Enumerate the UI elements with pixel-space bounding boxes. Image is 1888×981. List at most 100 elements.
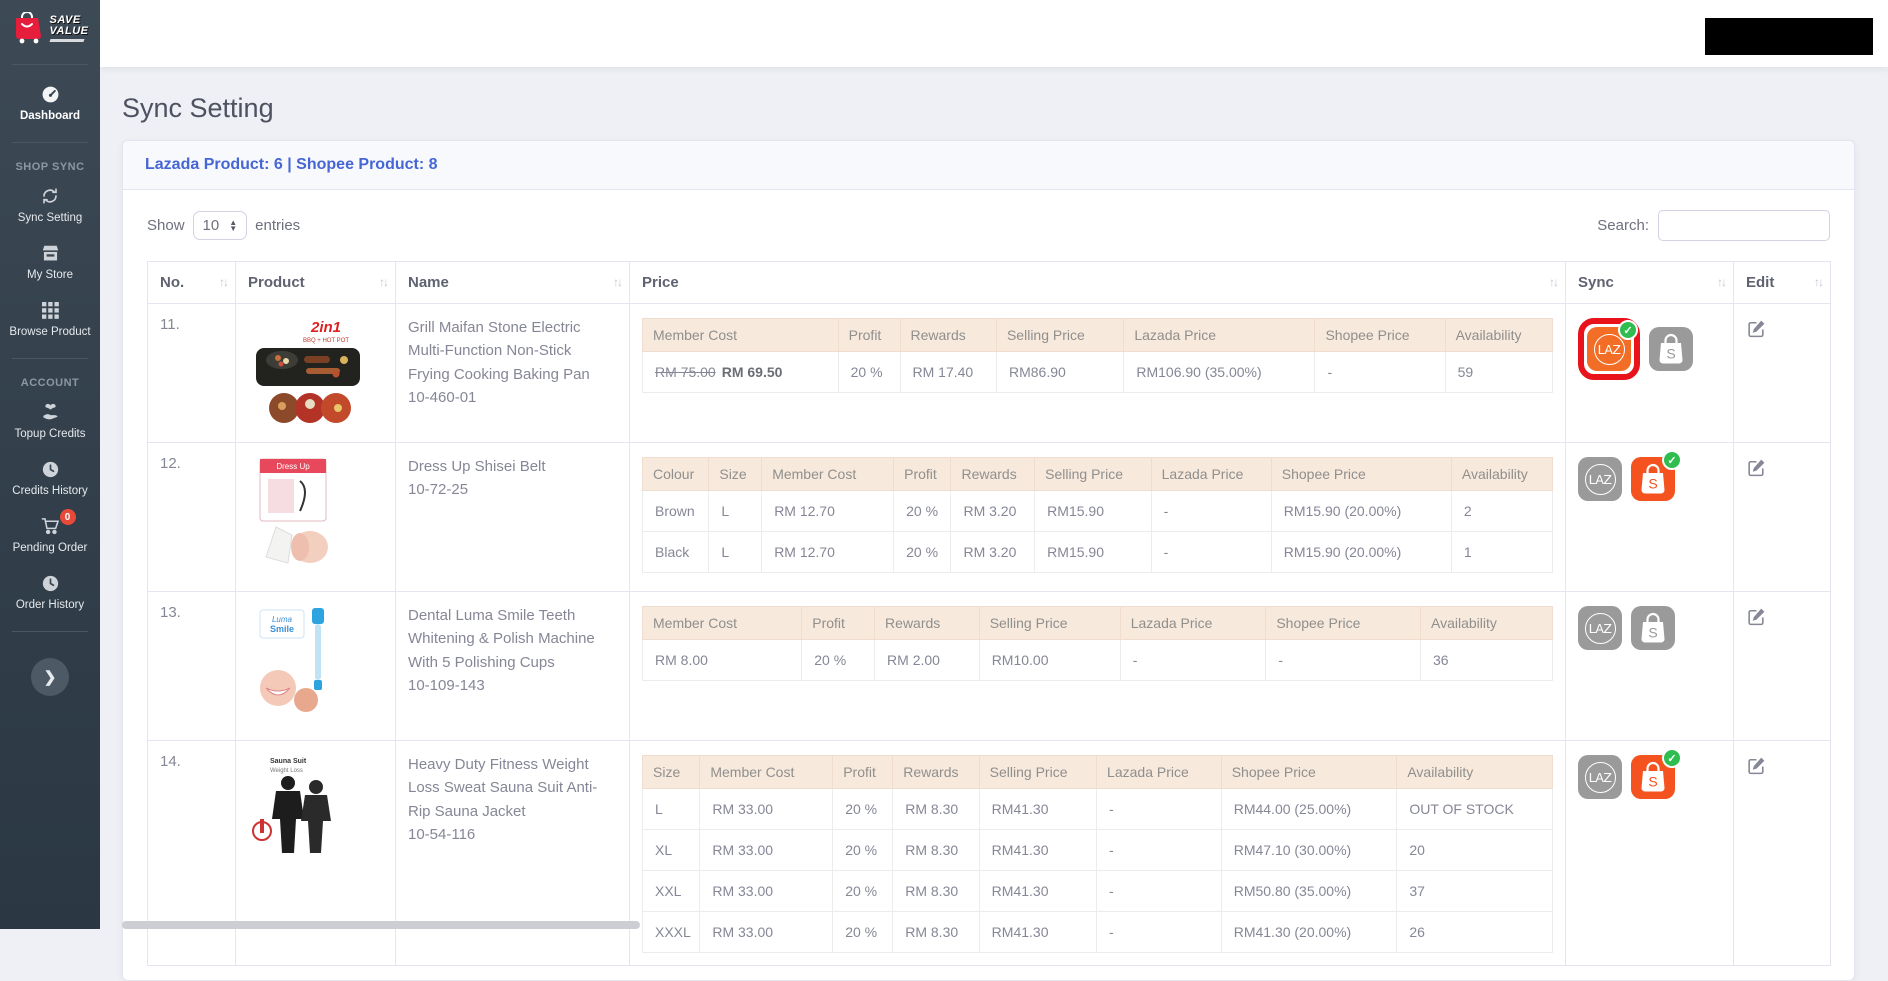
sidebar-item-browse-product[interactable]: Browse Product	[0, 300, 100, 339]
price-cell: Size Member Cost Profit Rewards Selling …	[630, 741, 1566, 966]
price-value-cell: RM 3.20	[951, 491, 1035, 532]
column-header-name[interactable]: Name↑↓	[396, 262, 630, 304]
lazada-sync-button[interactable]: LAZ	[1578, 606, 1622, 650]
price-value-cell: RM47.10 (30.00%)	[1221, 830, 1397, 871]
edit-icon[interactable]	[1746, 457, 1767, 478]
search-input[interactable]	[1658, 210, 1830, 241]
edit-cell	[1734, 443, 1831, 592]
price-value-cell: RM41.30 (20.00%)	[1221, 912, 1397, 953]
price-col-header: Selling Price	[979, 756, 1096, 789]
dashboard-icon	[41, 84, 60, 104]
sidebar-toggle-button[interactable]: ❯	[31, 658, 69, 696]
price-col-header: Shopee Price	[1266, 607, 1421, 640]
edit-cell	[1734, 741, 1831, 966]
column-header-price[interactable]: Price↑↓	[630, 262, 1566, 304]
sidebar-item-dashboard[interactable]: Dashboard	[0, 84, 100, 123]
price-value-cell: 20 %	[833, 789, 893, 830]
price-table: Member Cost Profit Rewards Selling Price…	[642, 606, 1553, 681]
lazada-sync-button[interactable]: LAZ ✓	[1587, 327, 1631, 371]
price-value-cell: XXXL	[643, 912, 700, 953]
price-value-cell: 20 %	[833, 871, 893, 912]
main-content: Sync Setting Lazada Product: 6 | Shopee …	[100, 67, 1888, 929]
price-value-cell: -	[1097, 830, 1222, 871]
sidebar-item-pending-order[interactable]: 0 Pending Order	[0, 516, 100, 555]
price-value-cell: RM 8.30	[893, 912, 979, 953]
price-value-cell: 59	[1445, 352, 1552, 393]
product-name: Dental Luma Smile Teeth Whitening & Poli…	[408, 607, 595, 671]
sidebar-section-account: ACCOUNT	[21, 377, 80, 389]
price-col-header: Profit	[838, 319, 900, 352]
price-cell: Member Cost Profit Rewards Selling Price…	[630, 304, 1566, 443]
sidebar: SAVE VALUE Dashboard SHOP SYNC Sync Sett…	[0, 0, 100, 929]
column-header-sync[interactable]: Sync↑↓	[1566, 262, 1734, 304]
shopee-sync-button[interactable]: S ✓	[1631, 457, 1675, 501]
price-value-cell: -	[1151, 532, 1271, 573]
search-label: Search:	[1597, 217, 1649, 234]
price-col-header: Rewards	[875, 607, 980, 640]
sort-icon: ↑↓	[1549, 275, 1557, 289]
price-value-cell: RM 33.00	[700, 830, 833, 871]
horizontal-scrollbar-thumb[interactable]	[122, 921, 640, 929]
sort-icon: ↑↓	[1814, 275, 1822, 289]
shopee-sync-button[interactable]: S	[1631, 606, 1675, 650]
edit-icon[interactable]	[1746, 318, 1767, 339]
price-cell: Colour Size Member Cost Profit Rewards S…	[630, 443, 1566, 592]
edit-icon[interactable]	[1746, 606, 1767, 627]
brand-logo[interactable]: SAVE VALUE	[0, 0, 100, 54]
price-value-cell: RM41.30	[979, 912, 1096, 953]
price-value-cell: Brown	[643, 491, 709, 532]
column-header-product[interactable]: Product↑↓	[236, 262, 396, 304]
shopee-sync-button[interactable]: S ✓	[1631, 755, 1675, 799]
row-number: 11.	[148, 304, 236, 443]
price-table: Size Member Cost Profit Rewards Selling …	[642, 755, 1553, 953]
price-value-cell: RM15.90 (20.00%)	[1271, 491, 1451, 532]
price-value-cell: RM 33.00	[700, 789, 833, 830]
price-value-cell: 20 %	[802, 640, 875, 681]
price-value-cell: -	[1266, 640, 1421, 681]
price-value-cell: RM50.80 (35.00%)	[1221, 871, 1397, 912]
price-value-cell: RM41.30	[979, 871, 1096, 912]
svg-text:S: S	[1648, 774, 1657, 790]
product-image-teeth-whitener: Luma Smile	[248, 604, 348, 724]
sidebar-item-topup-credits[interactable]: Topup Credits	[0, 402, 100, 441]
price-value-cell: RM15.90 (20.00%)	[1271, 532, 1451, 573]
sidebar-item-my-store[interactable]: My Store	[0, 243, 100, 282]
product-name-cell: Dental Luma Smile Teeth Whitening & Poli…	[396, 592, 630, 741]
hand-heart-icon	[41, 402, 60, 422]
svg-text:S: S	[1648, 625, 1657, 641]
pending-order-badge: 0	[60, 509, 76, 525]
price-value-cell: RM 2.00	[875, 640, 980, 681]
price-value-cell: 20 %	[894, 532, 951, 573]
column-header-no[interactable]: No.↑↓	[148, 262, 236, 304]
history-icon	[42, 573, 59, 593]
search-control: Search:	[1597, 210, 1830, 241]
sidebar-item-credits-history[interactable]: Credits History	[0, 459, 100, 498]
price-value-cell: -	[1120, 640, 1266, 681]
svg-text:BBQ + HOT POT: BBQ + HOT POT	[303, 338, 349, 344]
sidebar-item-label: My Store	[27, 269, 73, 282]
lazada-sync-button[interactable]: LAZ	[1578, 755, 1622, 799]
price-value-cell: 36	[1421, 640, 1553, 681]
sort-icon: ↑↓	[613, 275, 621, 289]
product-cell: Sauna Suit Weight Loss	[236, 741, 396, 966]
lazada-sync-button[interactable]: LAZ	[1578, 457, 1622, 501]
shopee-sync-button[interactable]: S	[1649, 327, 1693, 371]
price-value-cell: 20	[1397, 830, 1553, 871]
price-value-cell: RM 17.40	[900, 352, 996, 393]
sync-icon	[41, 186, 59, 206]
product-image-grill-pan: 2in1 BBQ + HOT POT	[248, 316, 370, 426]
grid-icon	[42, 300, 59, 320]
price-value-cell: 2	[1451, 491, 1552, 532]
row-number: 12.	[148, 443, 236, 592]
price-value-cell: L	[643, 789, 700, 830]
redacted-user-block	[1705, 18, 1873, 55]
price-col-header: Availability	[1397, 756, 1553, 789]
page-size-select[interactable]: 10 ▲▼	[193, 211, 248, 240]
column-header-edit[interactable]: Edit↑↓	[1734, 262, 1831, 304]
page-title: Sync Setting	[122, 93, 1855, 124]
table-row: 11. 2in1 BBQ + HOT POT	[148, 304, 1831, 443]
sidebar-item-order-history[interactable]: Order History	[0, 573, 100, 612]
product-name-cell: Dress Up Shisei Belt 10-72-25	[396, 443, 630, 592]
sidebar-item-sync-setting[interactable]: Sync Setting	[0, 186, 100, 225]
edit-icon[interactable]	[1746, 755, 1767, 776]
